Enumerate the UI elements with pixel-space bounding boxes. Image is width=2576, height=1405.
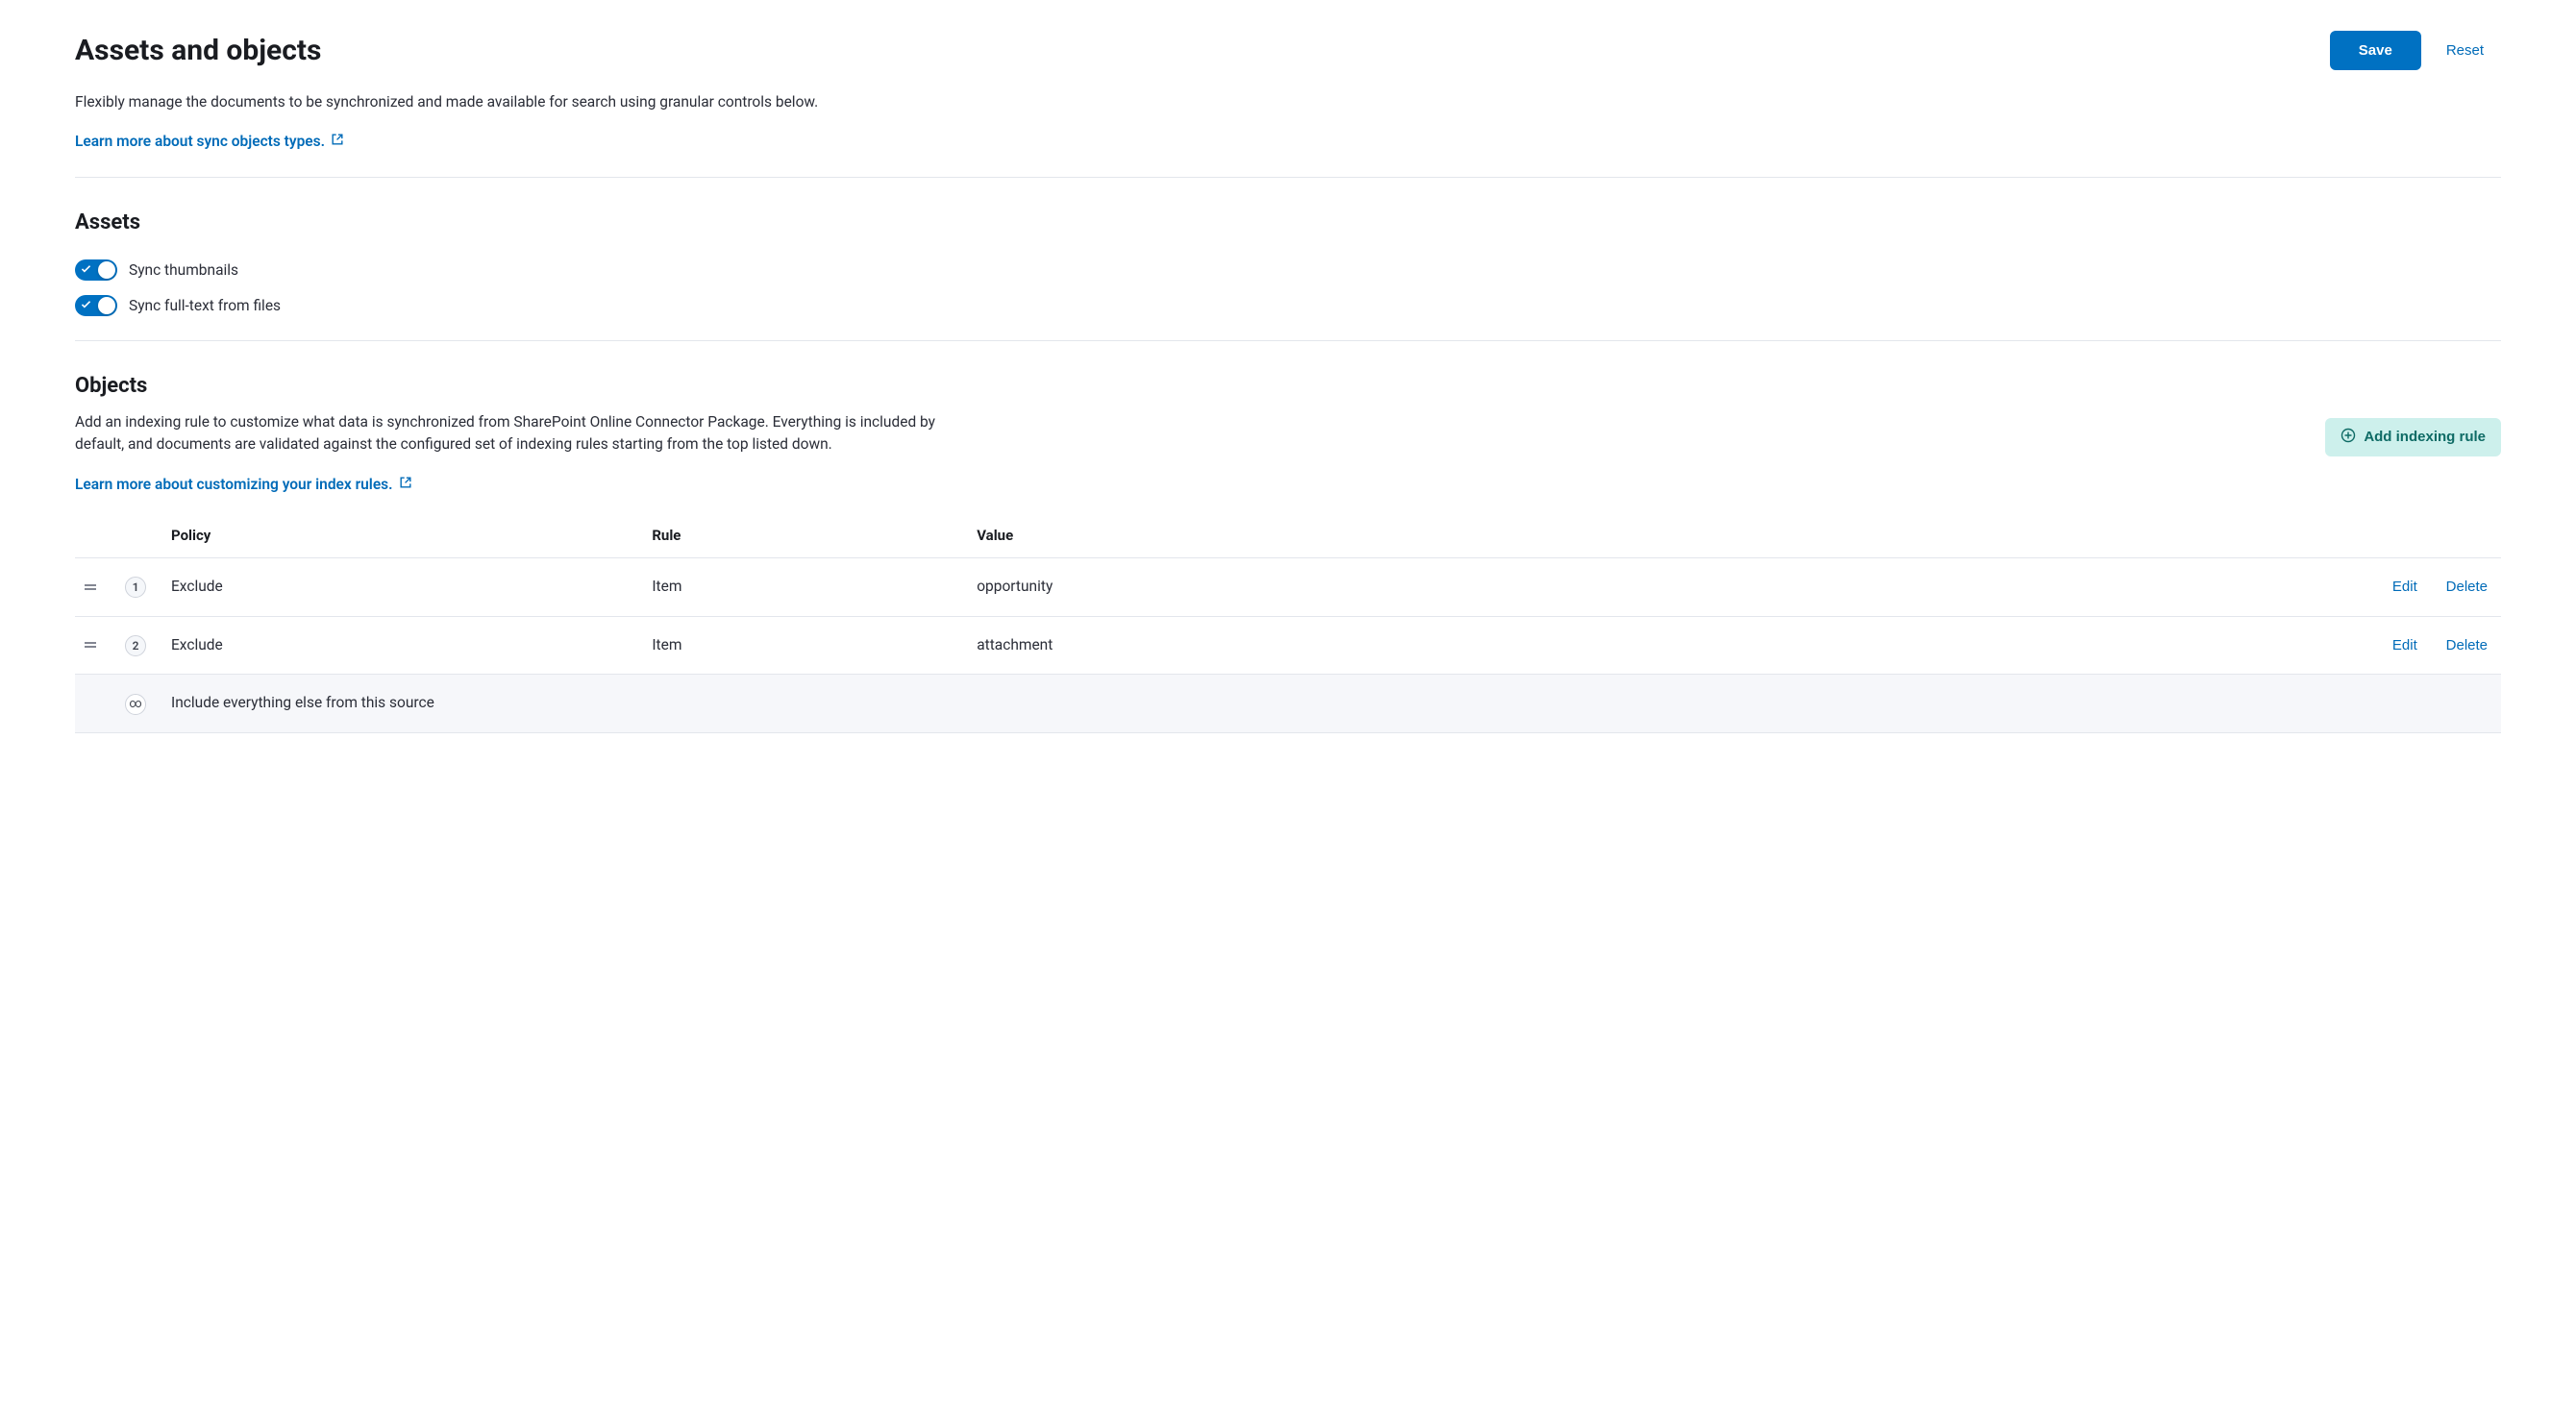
table-header-policy: Policy [163, 513, 644, 558]
intro-text: Flexibly manage the documents to be sync… [75, 91, 2501, 113]
table-header-value: Value [969, 513, 1624, 558]
cell-policy: Exclude [163, 616, 644, 674]
save-button[interactable]: Save [2330, 31, 2421, 70]
indexing-rules-table: Policy Rule Value 1 Exclude Item opportu… [75, 513, 2501, 733]
cell-value: opportunity [969, 558, 1624, 616]
external-link-icon [331, 131, 344, 153]
assets-section-title: Assets [75, 207, 2501, 238]
table-header-rule: Rule [644, 513, 969, 558]
toggle-sync-thumbnails[interactable] [75, 259, 117, 281]
learn-more-index-rules-label: Learn more about customizing your index … [75, 474, 393, 496]
header-actions: Save Reset [2330, 31, 2501, 70]
plus-circle-icon [2341, 428, 2356, 447]
drag-handle-icon[interactable] [83, 579, 110, 595]
add-indexing-rule-button[interactable]: Add indexing rule [2325, 418, 2501, 456]
cell-policy: Exclude [163, 558, 644, 616]
cell-rule: Item [644, 558, 969, 616]
external-link-icon [399, 474, 412, 496]
check-icon [80, 262, 92, 275]
edit-rule-button[interactable]: Edit [2387, 579, 2423, 595]
learn-more-sync-types-label: Learn more about sync objects types. [75, 131, 325, 153]
table-header-spacer [117, 513, 163, 558]
page-title: Assets and objects [75, 29, 321, 72]
table-header-spacer [75, 513, 117, 558]
cell-value: attachment [969, 616, 1624, 674]
row-number-badge: 1 [125, 577, 146, 598]
default-include-row: ∞ Include everything else from this sour… [75, 674, 2501, 732]
toggle-sync-fulltext-label: Sync full-text from files [129, 295, 281, 317]
row-number-badge: 2 [125, 635, 146, 656]
delete-rule-button[interactable]: Delete [2440, 637, 2493, 653]
cell-rule: Item [644, 616, 969, 674]
add-indexing-rule-label: Add indexing rule [2364, 429, 2486, 445]
table-row: 1 Exclude Item opportunity Edit Delete [75, 558, 2501, 616]
infinity-icon: ∞ [125, 694, 146, 715]
toggle-sync-thumbnails-row: Sync thumbnails [75, 259, 2501, 282]
drag-handle-icon[interactable] [83, 637, 110, 653]
toggle-sync-thumbnails-label: Sync thumbnails [129, 259, 238, 282]
objects-section-title: Objects [75, 370, 2501, 402]
learn-more-index-rules-link[interactable]: Learn more about customizing your index … [75, 474, 412, 496]
edit-rule-button[interactable]: Edit [2387, 637, 2423, 653]
toggle-sync-fulltext-row: Sync full-text from files [75, 295, 2501, 317]
learn-more-sync-types-link[interactable]: Learn more about sync objects types. [75, 131, 344, 153]
default-include-label: Include everything else from this source [163, 674, 2501, 732]
reset-button[interactable]: Reset [2429, 31, 2501, 70]
delete-rule-button[interactable]: Delete [2440, 579, 2493, 595]
objects-intro-text: Add an indexing rule to customize what d… [75, 411, 940, 456]
divider [75, 340, 2501, 341]
table-row: 2 Exclude Item attachment Edit Delete [75, 616, 2501, 674]
divider [75, 177, 2501, 178]
check-icon [80, 298, 92, 310]
toggle-sync-fulltext[interactable] [75, 295, 117, 316]
table-header-actions [1624, 513, 2501, 558]
